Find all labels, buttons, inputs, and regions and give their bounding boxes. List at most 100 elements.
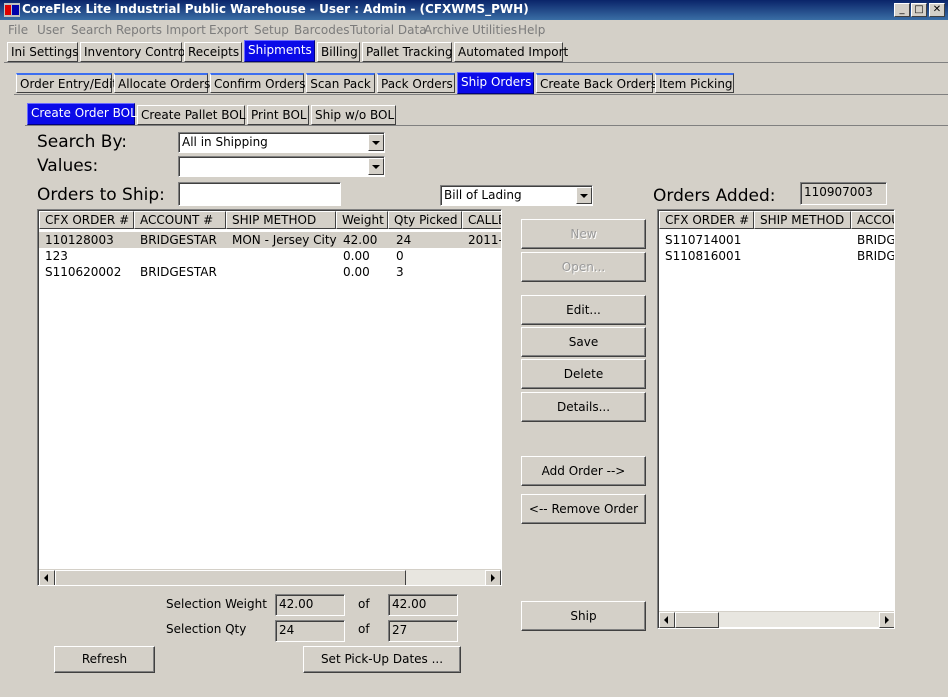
tab-print-bol[interactable]: Print BOL [247, 105, 309, 125]
orders-to-ship-list[interactable]: CFX ORDER # ACCOUNT # SHIP METHOD Weight… [37, 209, 502, 586]
column-header-ship-method[interactable]: SHIP METHOD [226, 211, 336, 229]
menu-search[interactable]: Search [71, 23, 112, 37]
tab-confirm-orders[interactable]: Confirm Orders [210, 73, 305, 93]
cell-weight: 42.00 [343, 233, 378, 247]
document-type-value: Bill of Lading [444, 188, 522, 202]
scroll-right-icon[interactable] [879, 612, 894, 628]
menu-barcodes[interactable]: Barcodes [294, 23, 349, 37]
tab-ship-without-bol[interactable]: Ship w/o BOL [311, 105, 396, 125]
add-order-button[interactable]: Add Order --> [521, 456, 646, 486]
details-button[interactable]: Details... [521, 392, 646, 422]
table-row[interactable]: 110128003 BRIDGESTAR MON - Jersey City 4… [39, 232, 501, 248]
tab-inventory-control[interactable]: Inventory Control [80, 42, 189, 62]
orders-to-ship-input[interactable] [178, 182, 341, 206]
tab-billing[interactable]: Billing [317, 42, 360, 62]
cell-order: 110128003 [45, 233, 114, 247]
menu-export[interactable]: Export [209, 23, 248, 37]
maximize-button[interactable]: □ [911, 3, 927, 17]
menu-setup[interactable]: Setup [254, 23, 289, 37]
menu-tutorial-data[interactable]: Tutorial Data [350, 23, 427, 37]
open-button[interactable]: Open... [521, 252, 646, 282]
menu-import[interactable]: Import [166, 23, 206, 37]
menu-user[interactable]: User [37, 23, 64, 37]
search-by-value: All in Shipping [182, 135, 268, 149]
cell-order: S110714001 [665, 233, 742, 247]
column-header-ship-method[interactable]: SHIP METHOD [754, 211, 851, 229]
cell-order: S110816001 [665, 249, 742, 263]
main-tab-divider [4, 62, 948, 63]
bol-tab-divider [25, 125, 948, 126]
new-button[interactable]: New [521, 219, 646, 249]
menu-archive[interactable]: Archive [424, 23, 469, 37]
ship-button[interactable]: Ship [521, 601, 646, 631]
tab-ship-orders[interactable]: Ship Orders [457, 72, 534, 94]
cell-order: S110620002 [45, 265, 122, 279]
qty-of-label: of [358, 622, 370, 636]
menu-file[interactable]: File [8, 23, 28, 37]
column-header-qty-picked[interactable]: Qty Picked [388, 211, 462, 229]
selection-qty-value: 24 [275, 620, 345, 642]
tab-create-order-bol[interactable]: Create Order BOL [27, 103, 137, 125]
scrollbar-thumb[interactable] [55, 570, 406, 585]
edit-button[interactable]: Edit... [521, 295, 646, 325]
scroll-left-icon[interactable] [39, 570, 55, 585]
values-dropdown-icon[interactable] [368, 158, 384, 175]
weight-of-label: of [358, 597, 370, 611]
scroll-right-icon[interactable] [485, 570, 501, 585]
orders-added-count: 110907003 [800, 182, 887, 205]
orders-added-scrollbar[interactable] [659, 611, 894, 628]
title-bar: CoreFlex Lite Industrial Public Warehous… [0, 0, 948, 20]
close-button[interactable]: ✕ [929, 3, 945, 17]
column-header-cfx-order[interactable]: CFX ORDER # [659, 211, 754, 229]
menu-reports[interactable]: Reports [116, 23, 162, 37]
set-pickup-dates-button[interactable]: Set Pick-Up Dates ... [303, 646, 461, 673]
save-button[interactable]: Save [521, 327, 646, 357]
values-label: Values: [37, 156, 99, 176]
tab-order-entry-edit[interactable]: Order Entry/Edit [16, 73, 117, 93]
cell-qty: 3 [396, 265, 404, 279]
scrollbar-thumb[interactable] [675, 612, 719, 628]
selection-weight-value: 42.00 [275, 594, 345, 616]
cell-ship-method: MON - Jersey City [232, 233, 337, 247]
tab-allocate-orders[interactable]: Allocate Orders [114, 73, 210, 93]
orders-added-list[interactable]: CFX ORDER # SHIP METHOD ACCOU S110714001… [657, 209, 895, 629]
selection-qty-label: Selection Qty [166, 622, 247, 636]
column-header-called[interactable]: CALLE [462, 211, 501, 229]
search-by-select[interactable]: All in Shipping [178, 132, 385, 153]
menu-utilities[interactable]: Utilities [472, 23, 517, 37]
tab-ini-settings[interactable]: Ini Settings [7, 42, 79, 62]
tab-pallet-tracking[interactable]: Pallet Tracking [362, 42, 453, 62]
table-row[interactable]: 123 0.00 0 [39, 248, 501, 264]
tab-shipments[interactable]: Shipments [244, 40, 315, 62]
refresh-button[interactable]: Refresh [54, 646, 155, 673]
column-header-weight[interactable]: Weight [336, 211, 388, 229]
menu-bar: File User Search Reports Import Export S… [0, 20, 948, 40]
column-header-cfx-order[interactable]: CFX ORDER # [39, 211, 134, 229]
column-header-account[interactable]: ACCOUNT # [134, 211, 226, 229]
search-by-dropdown-icon[interactable] [368, 134, 384, 151]
tab-item-picking[interactable]: Item Picking [655, 73, 734, 93]
tab-receipts[interactable]: Receipts [184, 42, 242, 62]
sub-tab-divider [14, 94, 948, 95]
tab-pack-orders[interactable]: Pack Orders [377, 73, 455, 93]
minimize-button[interactable]: _ [894, 3, 910, 17]
cell-qty: 0 [396, 249, 404, 263]
selection-weight-label: Selection Weight [166, 597, 267, 611]
tab-create-back-orders[interactable]: Create Back Orders [536, 73, 657, 93]
table-row[interactable]: S110620002 BRIDGESTAR 0.00 3 [39, 264, 501, 280]
scroll-left-icon[interactable] [659, 612, 675, 628]
cell-weight: 0.00 [343, 265, 370, 279]
orders-to-ship-scrollbar[interactable] [39, 569, 501, 585]
values-select[interactable] [178, 156, 385, 177]
table-row[interactable]: S110714001 BRIDG [659, 232, 894, 248]
table-row[interactable]: S110816001 BRIDG [659, 248, 894, 264]
tab-create-pallet-bol[interactable]: Create Pallet BOL [137, 105, 245, 125]
column-header-account[interactable]: ACCOU [851, 211, 894, 229]
document-type-select[interactable]: Bill of Lading [440, 185, 593, 206]
tab-automated-import[interactable]: Automated Import [454, 42, 568, 62]
delete-button[interactable]: Delete [521, 359, 646, 389]
document-type-dropdown-icon[interactable] [576, 187, 592, 204]
menu-help[interactable]: Help [518, 23, 545, 37]
tab-scan-pack[interactable]: Scan Pack [306, 73, 375, 93]
remove-order-button[interactable]: <-- Remove Order [521, 494, 646, 524]
